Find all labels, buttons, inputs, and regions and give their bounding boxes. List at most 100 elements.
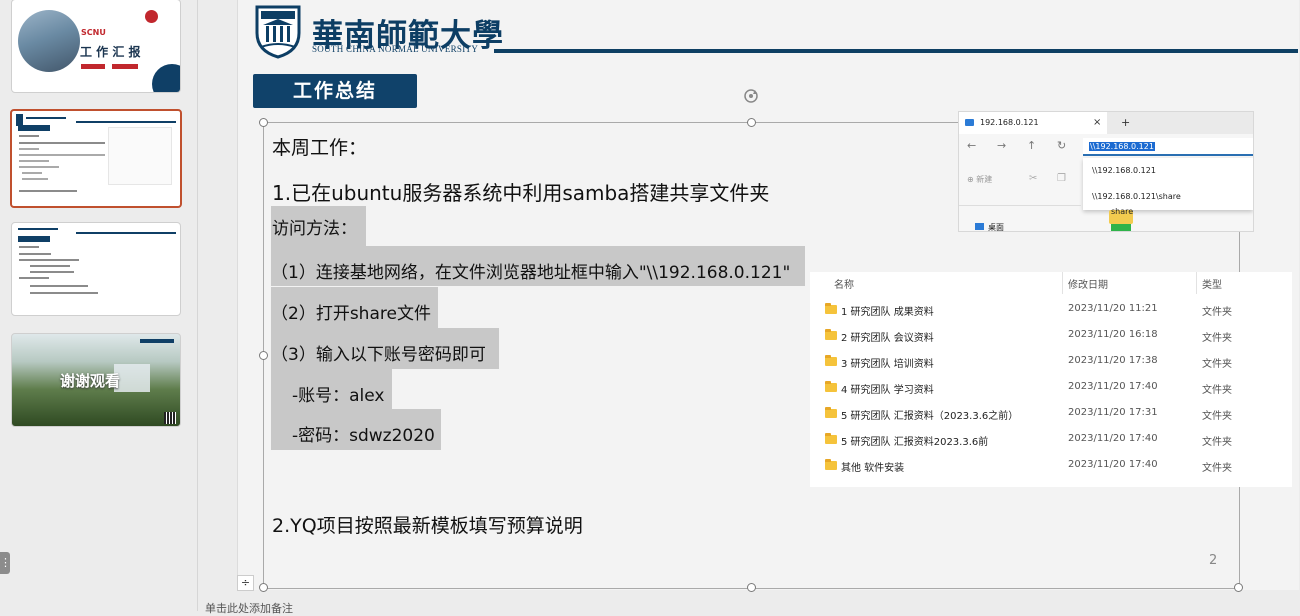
thumb3-text-line [30,285,88,287]
slide-thumbnail-pane: SCNU 工 作 汇 报 谢谢观看 ⋮ [0,0,198,611]
explorer-divider [959,205,1081,206]
file-name: 4 研究团队 学习资料 [841,385,934,396]
thumb1-tag [81,64,105,69]
rotate-handle-icon[interactable] [742,87,760,105]
resize-handle[interactable] [747,583,756,592]
back-arrow-icon: ← [967,139,977,152]
file-name: 5 研究团队 汇报资料2023.3.6前 [841,437,989,448]
slide-thumbnail-4[interactable]: 谢谢观看 [11,333,181,427]
address-value: \\192.168.0.121 [1089,142,1155,151]
file-name: 1 研究团队 成果资料 [841,307,934,318]
explorer-address-field: \\192.168.0.121 [1083,138,1253,156]
copy-icon: ❐ [1057,173,1066,184]
column-header-name: 名称 [834,280,854,291]
column-header-date: 修改日期 [1068,280,1108,291]
thumb2-header-rule [76,121,176,123]
desktop-label: 桌面 [988,223,1004,232]
thumb3-text-line [30,292,98,294]
explorer-address-screenshot[interactable]: 192.168.0.121 × + ← → ↑ ↻ \\192.168.0.12… [958,111,1254,232]
file-type: 文件夹 [1202,307,1232,318]
explorer-tab-title: 192.168.0.121 [980,118,1039,127]
thumb1-tag [112,64,138,69]
folder-icon [825,329,837,340]
password-text[interactable]: -密码：sdwz2020 [271,409,441,450]
desktop-nav-item: 桌面 [975,222,1004,232]
thumb3-text-line [19,246,39,248]
file-date: 2023/11/20 16:18 [1068,329,1158,340]
file-type: 文件夹 [1202,411,1232,422]
file-date: 2023/11/20 17:31 [1068,407,1158,418]
thumb1-title: 工 作 汇 报 [80,45,141,59]
notes-placeholder[interactable]: 单击此处添加备注 [205,600,293,616]
fit-slide-icon[interactable]: ÷ [237,575,254,591]
new-tab-icon: + [1121,116,1131,129]
step1-text[interactable]: （1）连接基地网络，在文件浏览器地址框中输入"\\192.168.0.121" [271,246,805,286]
thumb2-text-line [22,172,42,174]
forward-arrow-icon: → [997,139,1007,152]
thumb2-text-line [22,178,48,180]
access-method-label[interactable]: 访问方法： [271,206,366,246]
account-text[interactable]: -账号：alex [271,369,392,409]
close-icon: × [1093,117,1102,128]
cut-icon: ✂ [1029,173,1038,184]
file-row: 3 研究团队 培训资料 2023/11/20 17:38 文件夹 [810,349,1292,375]
file-type: 文件夹 [1202,359,1232,370]
thumb3-text-line [19,277,49,279]
pane-collapse-handle[interactable]: ⋮ [0,552,11,574]
slide-thumbnail-3[interactable] [11,222,181,316]
file-name: 5 研究团队 汇报资料（2023.3.6之前） [841,411,1019,422]
resize-handle[interactable] [1234,583,1243,592]
thumb2-text-line [19,166,59,168]
file-type: 文件夹 [1202,463,1232,474]
resize-handle[interactable] [259,118,268,127]
slide-thumbnail-1[interactable]: SCNU 工 作 汇 报 [11,0,181,93]
item1-text[interactable]: 1.已在ubuntu服务器系统中利用samba搭建共享文件夹 [272,177,769,206]
folder-icon [825,459,837,470]
thumb2-text-line [19,154,105,156]
thumb2-text-line [19,135,39,137]
suggestion-item: \\192.168.0.121 [1092,166,1156,175]
file-date: 2023/11/20 11:21 [1068,303,1158,314]
resize-handle[interactable] [259,583,268,592]
item2-text[interactable]: 2.YQ项目按照最新模板填写预算说明 [272,511,583,538]
thumb1-brand: SCNU [81,28,106,37]
thumb2-text-line [19,148,39,150]
thumb2-text-line [19,142,105,144]
monitor-icon [965,119,974,126]
thumb2-screenshot [108,127,172,185]
step2-text[interactable]: （2）打开share文件 [271,287,438,328]
explorer-new-button: ⊕ 新建 [967,175,993,184]
file-row: 1 研究团队 成果资料 2023/11/20 11:21 文件夹 [810,297,1292,323]
thumb2-text-line [19,190,77,192]
file-row: 5 研究团队 汇报资料（2023.3.6之前） 2023/11/20 17:31 文… [810,401,1292,427]
explorer-tab-bar: 192.168.0.121 × + [959,112,1253,134]
file-date: 2023/11/20 17:40 [1068,459,1158,470]
resize-handle[interactable] [259,351,268,360]
slide-page-number: 2 [1209,553,1218,568]
column-divider [1062,272,1063,294]
university-seal-logo [255,5,301,59]
new-button-label: 新建 [976,175,993,184]
column-header-type: 类型 [1202,280,1222,291]
file-list-screenshot[interactable]: 名称 修改日期 类型 1 研究团队 成果资料 2023/11/20 11:21 文件… [810,272,1292,487]
folder-icon [825,433,837,444]
slide-thumbnail-2[interactable] [10,109,182,208]
column-divider [1196,272,1197,294]
thumb4-logo [140,339,174,343]
file-type: 文件夹 [1202,385,1232,396]
step3-text[interactable]: （3）输入以下账号密码即可 [271,328,499,369]
file-date: 2023/11/20 17:40 [1068,433,1158,444]
file-row: 其他 软件安装 2023/11/20 17:40 文件夹 [810,453,1292,479]
resize-handle[interactable] [747,118,756,127]
address-suggestions: \\192.168.0.121 \\192.168.0.121\share [1083,158,1253,210]
header-rule [494,49,1298,53]
university-english-name: SOUTH CHINA NORMAL UNIVERSITY [312,44,479,54]
thumb2-logo-text [26,117,66,119]
thumb3-text-line [30,265,70,267]
section-title[interactable]: 工作总结 [253,74,417,108]
weekly-work-heading[interactable]: 本周工作： [272,133,367,160]
file-date: 2023/11/20 17:40 [1068,381,1158,392]
desktop-icon [975,223,984,230]
thumb3-logo-text [18,228,58,230]
thumb1-corner [152,64,180,92]
